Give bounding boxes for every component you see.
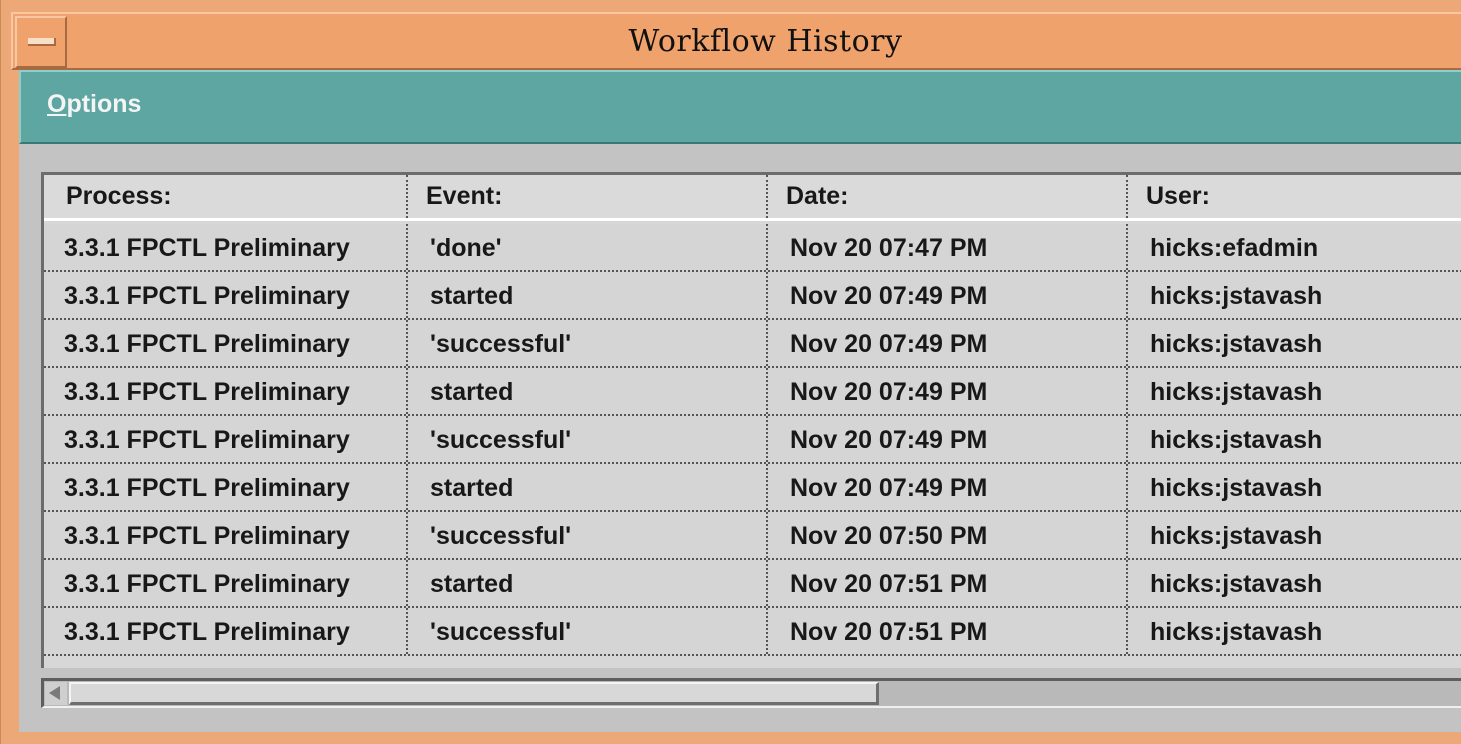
cell-process: 3.3.1 FPCTL Preliminary xyxy=(64,329,350,358)
cell-date: Nov 20 07:51 PM xyxy=(766,560,1126,606)
cell-date: Nov 20 07:47 PM xyxy=(766,224,1126,270)
title-bar[interactable]: Workflow History xyxy=(11,12,1461,70)
table-row[interactable]: 3.3.1 FPCTL Preliminary started Nov 20 07:… xyxy=(44,368,1461,416)
window-menu-icon xyxy=(28,38,56,46)
cell-process: 3.3.1 FPCTL Preliminary xyxy=(64,377,350,406)
cell-event: 'successful' xyxy=(406,512,766,558)
options-label-rest: ptions xyxy=(66,90,142,118)
horizontal-scrollbar[interactable] xyxy=(41,678,1461,708)
cell-user: hicks:jstavash xyxy=(1126,560,1461,606)
cell-process: 3.3.1 FPCTL Preliminary xyxy=(64,281,350,310)
cell-user: hicks:efadmin xyxy=(1126,224,1461,270)
scrollbar-thumb[interactable] xyxy=(69,682,879,705)
table-row[interactable]: 3.3.1 FPCTL Preliminary 'successful' Nov 2… xyxy=(44,512,1461,560)
cell-event: 'successful' xyxy=(406,416,766,462)
cell-user: hicks:jstavash xyxy=(1126,368,1461,414)
cell-user: hicks:jstavash xyxy=(1126,416,1461,462)
cell-process: 3.3.1 FPCTL Preliminary xyxy=(64,521,350,550)
cell-process: 3.3.1 FPCTL Preliminary xyxy=(64,473,350,502)
cell-event: started xyxy=(406,464,766,510)
cell-user: hicks:jstavash xyxy=(1126,272,1461,318)
menu-options[interactable]: Options xyxy=(47,90,141,119)
cell-user: hicks:jstavash xyxy=(1126,320,1461,366)
menu-bar: Options xyxy=(19,70,1461,144)
table-row[interactable]: 3.3.1 FPCTL Preliminary 'done' Nov 20 07:4… xyxy=(44,224,1461,272)
cell-process: 3.3.1 FPCTL Preliminary xyxy=(64,617,350,646)
cell-date: Nov 20 07:49 PM xyxy=(766,416,1126,462)
cell-event: 'done' xyxy=(406,224,766,270)
history-table: Process: Event: Date: User: 3.3.1 FPCTL … xyxy=(41,172,1461,668)
cell-date: Nov 20 07:49 PM xyxy=(766,368,1126,414)
cell-event: 'successful' xyxy=(406,608,766,654)
cell-date: Nov 20 07:50 PM xyxy=(766,512,1126,558)
header-user[interactable]: User: xyxy=(1126,175,1461,218)
cell-event: started xyxy=(406,368,766,414)
cell-date: Nov 20 07:49 PM xyxy=(766,320,1126,366)
cell-event: started xyxy=(406,272,766,318)
cell-process: 3.3.1 FPCTL Preliminary xyxy=(64,425,350,454)
client-area: Process: Event: Date: User: 3.3.1 FPCTL … xyxy=(19,144,1461,732)
cell-event: started xyxy=(406,560,766,606)
options-mnemonic: O xyxy=(47,90,67,118)
table-header-row: Process: Event: Date: User: xyxy=(44,175,1461,221)
table-body: 3.3.1 FPCTL Preliminary'done' Nov 20 07:4… xyxy=(44,224,1461,656)
table-row[interactable]: 3.3.1 FPCTL Preliminary started Nov 20 07:… xyxy=(44,464,1461,512)
table-row[interactable]: 3.3.1 FPCTL Preliminary started Nov 20 07:… xyxy=(44,560,1461,608)
header-date[interactable]: Date: xyxy=(766,175,1126,218)
header-event[interactable]: Event: xyxy=(406,175,766,218)
cell-date: Nov 20 07:51 PM xyxy=(766,608,1126,654)
window-menu-button[interactable] xyxy=(15,16,67,68)
window-title: Workflow History xyxy=(628,23,903,59)
cell-date: Nov 20 07:49 PM xyxy=(766,272,1126,318)
table-row[interactable]: 3.3.1 FPCTL Preliminary 'successful' Nov 2… xyxy=(44,416,1461,464)
cell-date: Nov 20 07:49 PM xyxy=(766,464,1126,510)
cell-user: hicks:jstavash xyxy=(1126,608,1461,654)
cell-event: 'successful' xyxy=(406,320,766,366)
table-row[interactable]: 3.3.1 FPCTL Preliminary started Nov 20 07:… xyxy=(44,272,1461,320)
cell-user: hicks:jstavash xyxy=(1126,464,1461,510)
cell-user: hicks:jstavash xyxy=(1126,512,1461,558)
header-process[interactable]: Process: xyxy=(44,175,406,218)
table-row[interactable]: 3.3.1 FPCTL Preliminary 'successful' Nov 2… xyxy=(44,320,1461,368)
cell-process: 3.3.1 FPCTL Preliminary xyxy=(64,233,350,262)
table-row[interactable]: 3.3.1 FPCTL Preliminary 'successful' Nov 2… xyxy=(44,608,1461,656)
cell-process: 3.3.1 FPCTL Preliminary xyxy=(64,569,350,598)
left-arrow-icon[interactable] xyxy=(45,682,67,705)
workflow-history-window: Workflow History Options Process: Event:… xyxy=(0,0,1461,744)
